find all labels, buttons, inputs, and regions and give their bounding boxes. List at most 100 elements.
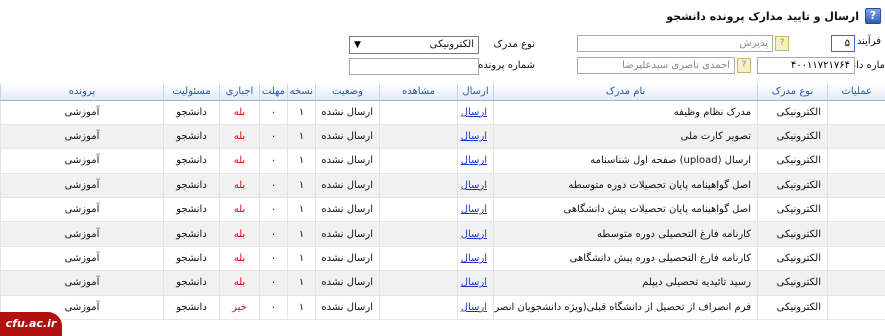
cell-mandatory: بله bbox=[219, 270, 260, 296]
cell-responsible: دانشجو bbox=[163, 100, 220, 125]
student-name-field: احمدی ناصری سیدعلیرضا bbox=[577, 57, 735, 74]
cell-copies: ۱ bbox=[287, 148, 316, 174]
table-row: الکترونیکی اصل گواهینامه پایان تحصیلات دو… bbox=[0, 173, 885, 199]
cell-view bbox=[379, 124, 458, 150]
cell-doc-name: رسید تائیدیه تحصیلی دیپلم bbox=[493, 270, 758, 296]
header-col-deadline[interactable]: مهلت bbox=[259, 84, 288, 101]
cell-responsible: دانشجو bbox=[163, 197, 220, 223]
cell-send: ارسال bbox=[457, 100, 494, 125]
cell-responsible: دانشجو bbox=[163, 173, 220, 199]
cell-deadline: ۰ bbox=[259, 100, 288, 125]
cell-status: ارسال نشده bbox=[315, 221, 380, 247]
documents-table: عملیات نوع مدرک نام مدرک ارسال مشاهده وضعیت نس… bbox=[0, 84, 885, 321]
cell-view bbox=[379, 100, 458, 125]
cell-mandatory: بله bbox=[219, 148, 260, 174]
student-no-input[interactable]: ۴۰۰۱۱۷۲۱۷۶۴ bbox=[757, 57, 855, 74]
cell-status: ارسال نشده bbox=[315, 148, 380, 174]
table-row: الکترونیکی کارنامه فارغ التحصیلی دوره متو… bbox=[0, 221, 885, 247]
cell-responsible: دانشجو bbox=[163, 270, 220, 296]
send-link[interactable]: ارسال bbox=[461, 229, 487, 240]
cell-view bbox=[379, 173, 458, 199]
header-col-actions[interactable]: عملیات bbox=[827, 84, 885, 101]
cell-doc-name: اصل گواهینامه پایان تحصیلات پیش دانشگاهی bbox=[493, 197, 758, 223]
cell-doc-name: کارنامه فارغ التحصیلی دوره متوسطه bbox=[493, 221, 758, 247]
cell-actions[interactable] bbox=[827, 246, 885, 272]
chevron-down-icon: ▼ bbox=[354, 40, 361, 50]
send-link[interactable]: ارسال bbox=[461, 302, 487, 313]
header-col-mandatory[interactable]: اجباری bbox=[219, 84, 260, 101]
cell-responsible: دانشجو bbox=[163, 295, 220, 321]
cell-responsible: دانشجو bbox=[163, 124, 220, 150]
cell-actions[interactable] bbox=[827, 221, 885, 247]
header-col-view[interactable]: مشاهده bbox=[379, 84, 458, 101]
cell-doc-name: ارسال (upload) صفحه اول شناسنامه bbox=[493, 148, 758, 174]
cell-copies: ۱ bbox=[287, 295, 316, 321]
header-col-send[interactable]: ارسال bbox=[457, 84, 494, 101]
cell-actions[interactable] bbox=[827, 197, 885, 223]
cell-view bbox=[379, 221, 458, 247]
send-link[interactable]: ارسال bbox=[461, 180, 487, 191]
cell-send: ارسال bbox=[457, 295, 494, 321]
cell-status: ارسال نشده bbox=[315, 246, 380, 272]
table-row: الکترونیکی رسید تائیدیه تحصیلی دیپلم ارسال… bbox=[0, 270, 885, 296]
header-col-copies[interactable]: نسخه bbox=[287, 84, 316, 101]
send-link[interactable]: ارسال bbox=[461, 253, 487, 264]
cell-actions[interactable] bbox=[827, 295, 885, 321]
cell-deadline: ۰ bbox=[259, 246, 288, 272]
cell-actions[interactable] bbox=[827, 148, 885, 174]
process-lookup-button[interactable]: ? bbox=[775, 36, 789, 51]
cell-file: آموزشی bbox=[0, 148, 164, 174]
cell-deadline: ۰ bbox=[259, 221, 288, 247]
cell-actions[interactable] bbox=[827, 173, 885, 199]
table-row: الکترونیکی مدرک نظام وظیفه ارسال ارسال نشده… bbox=[0, 100, 885, 125]
cell-mandatory: بله bbox=[219, 124, 260, 150]
search-form: فرآیند ۵ ? پذیرش ماره دانشجو ۴۰۰۱۱۷۲۱۷۶۴… bbox=[0, 30, 885, 80]
cell-copies: ۱ bbox=[287, 221, 316, 247]
table-row: الکترونیکی تصویر کارت ملی ارسال ارسال نشده ۱… bbox=[0, 124, 885, 150]
process-code-input[interactable]: ۵ bbox=[831, 35, 855, 52]
send-link[interactable]: ارسال bbox=[461, 204, 487, 215]
page-header: ? ارسال و تایید مدارک پرونده دانشجو bbox=[666, 6, 881, 26]
cell-responsible: دانشجو bbox=[163, 221, 220, 247]
doc-type-select[interactable]: الکترونیکی ▼ bbox=[349, 36, 479, 54]
header-col-doc-type[interactable]: نوع مدرک bbox=[757, 84, 828, 101]
table-row: الکترونیکی اصل گواهینامه پایان تحصیلات پی… bbox=[0, 197, 885, 223]
header-col-responsible[interactable]: مسئولیت bbox=[163, 84, 220, 101]
cell-file: آموزشی bbox=[0, 221, 164, 247]
table-header-row: عملیات نوع مدرک نام مدرک ارسال مشاهده وضعیت نس… bbox=[0, 84, 885, 101]
send-link[interactable]: ارسال bbox=[461, 155, 487, 166]
send-link[interactable]: ارسال bbox=[461, 107, 487, 118]
cell-doc-type: الکترونیکی bbox=[757, 246, 828, 272]
cell-status: ارسال نشده bbox=[315, 173, 380, 199]
cell-copies: ۱ bbox=[287, 124, 316, 150]
cell-doc-type: الکترونیکی bbox=[757, 148, 828, 174]
student-lookup-button[interactable]: ? bbox=[737, 58, 751, 73]
cell-actions[interactable] bbox=[827, 100, 885, 125]
cell-actions[interactable] bbox=[827, 124, 885, 150]
cell-mandatory: بله bbox=[219, 100, 260, 125]
cell-mandatory: بله bbox=[219, 197, 260, 223]
header-col-file[interactable]: پرونده bbox=[0, 84, 164, 101]
cell-send: ارسال bbox=[457, 173, 494, 199]
cell-copies: ۱ bbox=[287, 246, 316, 272]
cell-mandatory: بله bbox=[219, 246, 260, 272]
cell-status: ارسال نشده bbox=[315, 295, 380, 321]
cell-doc-type: الکترونیکی bbox=[757, 221, 828, 247]
cell-view bbox=[379, 246, 458, 272]
header-col-status[interactable]: وضعیت bbox=[315, 84, 380, 101]
cell-doc-type: الکترونیکی bbox=[757, 100, 828, 125]
cell-file: آموزشی bbox=[0, 197, 164, 223]
cell-doc-type: الکترونیکی bbox=[757, 124, 828, 150]
header-col-doc-name[interactable]: نام مدرک bbox=[493, 84, 758, 101]
cell-view bbox=[379, 148, 458, 174]
send-link[interactable]: ارسال bbox=[461, 277, 487, 288]
cell-deadline: ۰ bbox=[259, 295, 288, 321]
cell-actions[interactable] bbox=[827, 270, 885, 296]
cell-status: ارسال نشده bbox=[315, 197, 380, 223]
file-no-input[interactable] bbox=[349, 58, 479, 75]
cell-copies: ۱ bbox=[287, 173, 316, 199]
cell-send: ارسال bbox=[457, 148, 494, 174]
help-icon[interactable]: ? bbox=[865, 8, 881, 24]
send-link[interactable]: ارسال bbox=[461, 131, 487, 142]
cell-doc-type: الکترونیکی bbox=[757, 295, 828, 321]
